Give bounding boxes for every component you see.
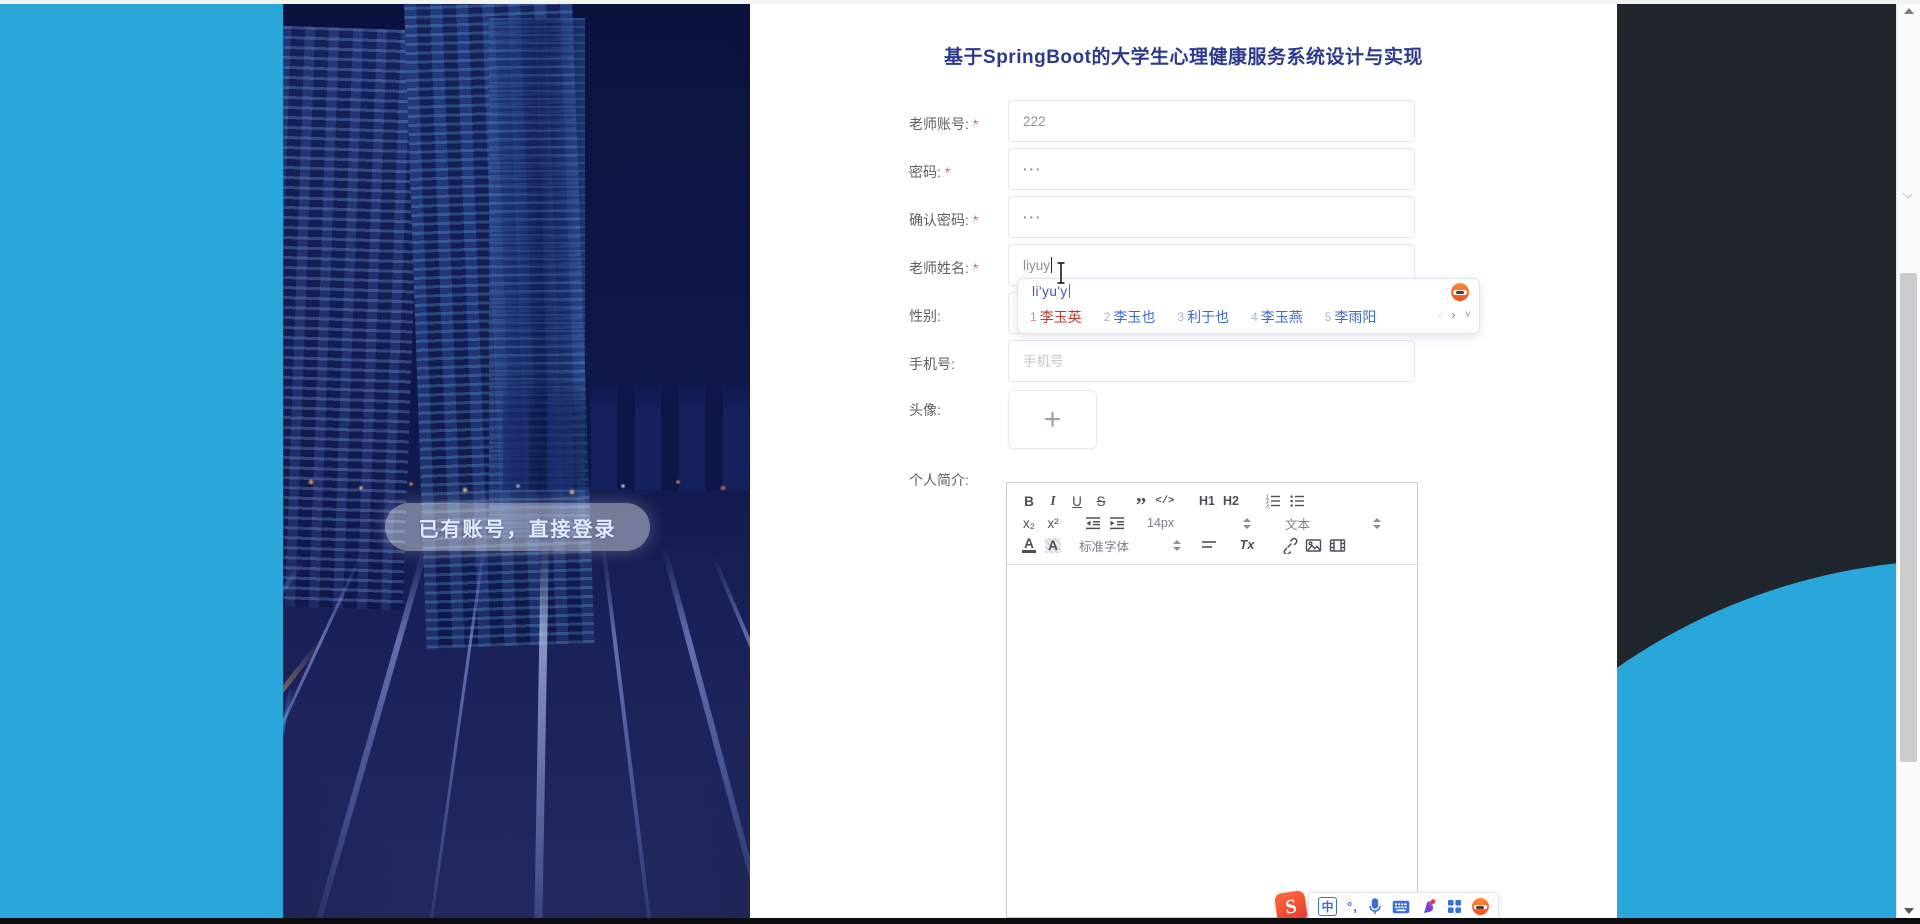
ime-next-page-icon[interactable]: › [1451, 307, 1455, 322]
toolbar-row-3: A A 标准字体 Tx [1017, 534, 1409, 556]
ime-candidate[interactable]: 4 李玉燕 [1251, 307, 1303, 327]
scrollbar-thumb[interactable] [1900, 273, 1917, 762]
strikethrough-button[interactable]: S [1089, 491, 1113, 511]
ime-candidate[interactable]: 3 利于也 [1177, 307, 1229, 327]
font-family-value: 标准字体 [1079, 539, 1130, 554]
insert-image-icon[interactable] [1301, 535, 1325, 555]
superscript-button[interactable]: x² [1041, 513, 1065, 533]
gender-label: 性别: [909, 308, 941, 324]
photo-vignette [283, 0, 750, 924]
underline-button[interactable]: U [1065, 491, 1089, 511]
ime-candidates: 1 李玉英 2 李玉也 3 利于也 4 李玉燕 5 李雨阳 [1030, 307, 1376, 327]
toolbar-row-2: x₂ x² 14px 文本 [1017, 512, 1409, 534]
background-color-button[interactable]: A [1041, 535, 1065, 555]
soft-keyboard-icon[interactable] [1392, 900, 1410, 914]
required-asterisk: * [972, 260, 979, 276]
ordered-list-icon[interactable]: 123 [1261, 491, 1285, 511]
font-family-picker[interactable]: 标准字体 [1079, 536, 1181, 555]
align-icon[interactable] [1197, 535, 1221, 555]
ime-paging: ‹ › ˅ [1438, 307, 1471, 322]
indent-icon[interactable] [1105, 513, 1129, 533]
chevron-updown-icon [1243, 517, 1251, 529]
required-asterisk: * [972, 212, 979, 228]
plus-icon: + [1043, 402, 1062, 436]
required-asterisk: * [972, 116, 979, 132]
confirm-password-label: 确认密码: * [909, 212, 979, 228]
outdent-icon[interactable] [1081, 513, 1105, 533]
sogou-logo-letter: S [1283, 894, 1298, 918]
password-masked-value: ··· [1023, 161, 1043, 177]
account-input[interactable] [1008, 100, 1415, 142]
text-caret [1051, 257, 1053, 273]
subscript-button[interactable]: x₂ [1017, 513, 1041, 533]
teacher-name-label: 老师姓名: * [909, 260, 979, 276]
chinese-mode-icon[interactable]: 中 [1318, 897, 1337, 916]
page-title: 基于SpringBoot的大学生心理健康服务系统设计与实现 [944, 47, 1423, 68]
ime-candidate[interactable]: 1 李玉英 [1030, 307, 1082, 327]
confirm-password-input[interactable]: ··· [1008, 196, 1415, 238]
header1-button[interactable]: H1 [1195, 491, 1219, 511]
link-icon[interactable] [1277, 535, 1301, 555]
goto-login-label: 已有账号，直接登录 [418, 518, 617, 541]
header2-button[interactable]: H2 [1219, 491, 1243, 511]
bottom-edge-strip [0, 918, 1920, 924]
toolbox-grid-icon[interactable] [1447, 899, 1462, 914]
top-edge-strip [0, 0, 1920, 4]
emoji-smiley-icon[interactable] [1471, 898, 1489, 915]
scrollbar-down-arrow[interactable] [1904, 908, 1914, 914]
bio-label: 个人简介: [909, 472, 969, 488]
text-color-button[interactable]: A [1017, 535, 1041, 555]
scrollbar-up-arrow[interactable] [1904, 8, 1914, 14]
ime-candidate-popup: li'yu'y 1 李玉英 2 李玉也 3 利于也 4 李玉燕 5 李雨阳 ‹ › ˅ [1017, 278, 1480, 334]
blockquote-icon[interactable]: ” [1129, 487, 1153, 516]
bold-button[interactable]: B [1017, 491, 1041, 511]
text-style-value: 文本 [1285, 517, 1311, 532]
avatar-upload-box[interactable]: + [1008, 390, 1097, 449]
bullet-list-icon[interactable] [1285, 491, 1309, 511]
mouse-ibeam-cursor [1055, 261, 1067, 290]
svg-text:3: 3 [1266, 504, 1269, 510]
ime-expand-icon[interactable]: ˅ [1465, 309, 1471, 321]
required-asterisk: * [944, 164, 951, 180]
bio-rich-editor: B I U S ” </> H1 H2 123 x₂ x² 14px 文本 A … [1006, 482, 1418, 918]
left-accent-bar [0, 0, 283, 924]
ime-candidate[interactable]: 5 李雨阳 [1325, 307, 1377, 327]
ime-toolbar-body: 中 °, [1308, 891, 1499, 922]
ime-prev-page-icon[interactable]: ‹ [1438, 307, 1442, 322]
phone-input[interactable] [1008, 340, 1415, 382]
text-style-picker[interactable]: 文本 [1285, 514, 1381, 533]
skin-assistant-icon[interactable] [1420, 898, 1437, 915]
font-size-value: 14px [1147, 516, 1175, 530]
chevron-down-icon[interactable] [1902, 188, 1912, 198]
account-label: 老师账号: * [909, 116, 979, 132]
registration-page: 已有账号，直接登录 基于SpringBoot的大学生心理健康服务系统设计与实现 … [0, 0, 1920, 924]
ime-candidate[interactable]: 2 李玉也 [1104, 307, 1156, 327]
toolbar-row-1: B I U S ” </> H1 H2 123 [1017, 487, 1409, 516]
password-input[interactable]: ··· [1008, 148, 1415, 190]
insert-video-icon[interactable] [1325, 535, 1349, 555]
city-night-photo: 已有账号，直接登录 [283, 0, 750, 924]
code-block-icon[interactable]: </> [1153, 491, 1177, 511]
sogou-smiley-icon[interactable] [1451, 283, 1469, 301]
right-dark-panel [1617, 0, 1896, 924]
register-form: 基于SpringBoot的大学生心理健康服务系统设计与实现 老师账号:* 密码:… [750, 0, 1617, 924]
confirm-password-masked-value: ··· [1023, 209, 1043, 225]
phone-label: 手机号: [909, 356, 955, 372]
font-size-picker[interactable]: 14px [1147, 516, 1251, 530]
avatar-label: 头像: [909, 402, 941, 418]
microphone-icon[interactable] [1368, 898, 1382, 915]
cyan-corner-shape [1617, 560, 1896, 924]
goto-login-button[interactable]: 已有账号，直接登录 [385, 503, 650, 551]
clear-format-button[interactable]: Tx [1235, 535, 1259, 555]
editor-toolbar: B I U S ” </> H1 H2 123 x₂ x² 14px 文本 A … [1007, 483, 1417, 565]
punctuation-mode-icon[interactable]: °, [1347, 899, 1358, 914]
chevron-updown-icon [1173, 539, 1181, 551]
italic-button[interactable]: I [1041, 491, 1065, 511]
teacher-name-value: liyuy [1023, 257, 1051, 273]
ime-caret [1068, 284, 1071, 298]
password-label: 密码: * [909, 164, 951, 180]
browser-scrollbar [1896, 0, 1920, 924]
chevron-updown-icon [1373, 517, 1381, 529]
bio-editor-content[interactable] [1007, 565, 1417, 913]
